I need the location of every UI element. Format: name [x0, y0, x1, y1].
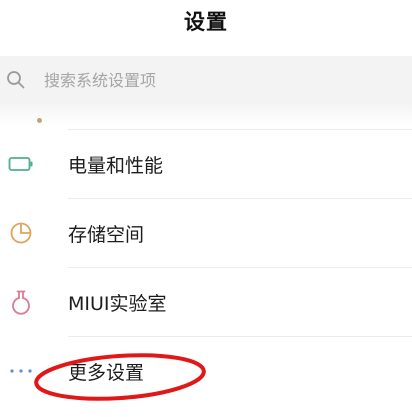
scrolled-item-edge: [0, 104, 412, 126]
settings-item-battery-performance[interactable]: 电量和性能: [0, 130, 412, 198]
search-icon: [6, 70, 26, 90]
settings-item-label: MIUI实验室: [68, 292, 167, 315]
settings-item-miui-lab[interactable]: MIUI实验室: [0, 268, 412, 336]
search-bar[interactable]: [0, 56, 412, 104]
more-dots-icon: [8, 358, 34, 384]
settings-item-label: 存储空间: [68, 223, 145, 246]
battery-icon: [8, 151, 34, 177]
pie-chart-icon: [8, 220, 34, 246]
settings-item-label: 更多设置: [68, 361, 145, 384]
page-title: 设置: [184, 10, 228, 34]
search-input[interactable]: [44, 70, 344, 90]
settings-item-more-settings[interactable]: 更多设置: [0, 337, 412, 405]
partial-item-icon: [37, 118, 42, 123]
flask-icon: [8, 289, 34, 315]
settings-item-storage[interactable]: 存储空间: [0, 199, 412, 267]
header-bar: 设置: [0, 0, 412, 44]
settings-item-label: 电量和性能: [68, 154, 164, 177]
